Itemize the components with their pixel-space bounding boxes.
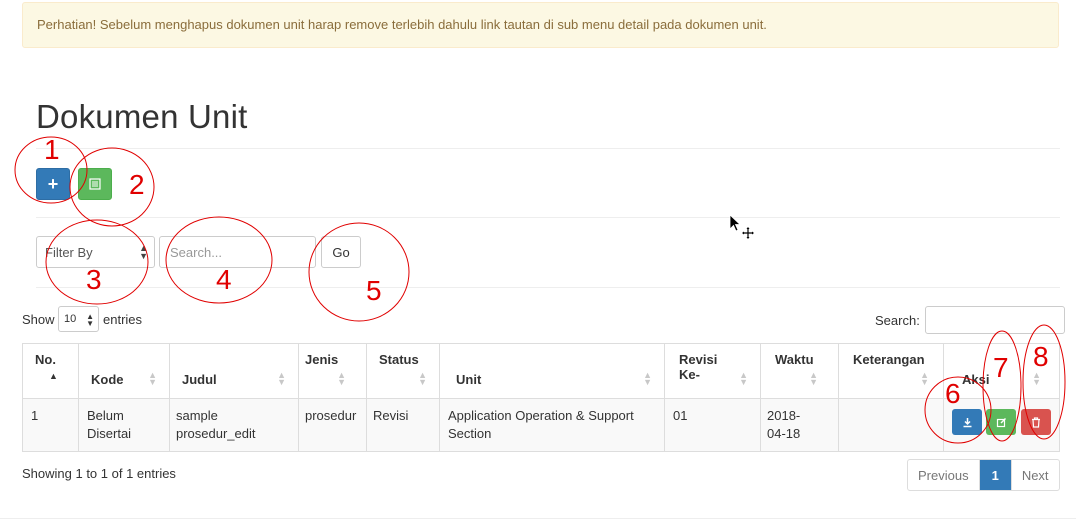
annotation-number: 7 <box>993 352 1009 383</box>
list-view-button[interactable] <box>78 168 112 200</box>
sort-icon: ▲ ▼ <box>148 370 157 387</box>
search-placeholder: Search... <box>170 245 223 260</box>
cell-waktu: 2018-04-18 <box>760 398 839 452</box>
edit-button[interactable] <box>986 409 1016 435</box>
list-icon <box>89 178 101 190</box>
add-document-button[interactable]: + <box>36 168 70 200</box>
pagination: Previous 1 Next <box>907 459 1060 491</box>
pagination-previous[interactable]: Previous <box>908 460 980 490</box>
table-row: 1 Belum Disertai sample prosedur_edit pr… <box>22 398 1060 452</box>
annotation-number: 3 <box>86 264 102 295</box>
mouse-cursor-icon <box>729 214 754 239</box>
column-header-waktu[interactable]: Waktu ▲ ▼ <box>760 343 839 399</box>
cell-no: 1 <box>22 398 79 452</box>
sort-icon: ▲ ▼ <box>920 370 929 387</box>
annotation-number: 8 <box>1033 341 1049 372</box>
column-header-judul[interactable]: Judul ▲ ▼ <box>169 343 299 399</box>
pagination-page[interactable]: 1 <box>979 460 1012 490</box>
sort-icon: ▲ ▼ <box>643 370 652 387</box>
select-arrows-icon: ▲ ▼ <box>139 243 148 261</box>
go-button[interactable]: Go <box>321 236 361 268</box>
column-header-revisi[interactable]: Revisi Ke- ▲ ▼ <box>664 343 761 399</box>
annotation-number: 1 <box>44 134 60 165</box>
filter-by-label: Filter By <box>45 245 93 260</box>
cell-kode: Belum Disertai <box>78 398 170 452</box>
divider <box>36 217 1060 218</box>
sort-icon: ▲ ▼ <box>739 370 748 387</box>
table-search-label: Search: <box>875 313 920 328</box>
table-search-input[interactable] <box>925 306 1065 334</box>
table-info: Showing 1 to 1 of 1 entries <box>22 466 176 481</box>
cell-judul: sample prosedur_edit <box>169 398 299 452</box>
cell-revisi: 01 <box>664 398 761 452</box>
edit-icon <box>996 417 1006 427</box>
column-header-unit[interactable]: Unit ▲ ▼ <box>439 343 665 399</box>
entries-label: entries <box>103 312 143 327</box>
page-length-value: 10 <box>64 313 77 325</box>
download-button[interactable] <box>952 409 982 435</box>
delete-button[interactable] <box>1021 409 1051 435</box>
documents-table: No. ▲ Kode ▲ ▼ Judul ▲ ▼ Jenis ▲ ▼ Status ▲… <box>22 343 1060 452</box>
cell-keterangan <box>838 398 944 452</box>
page-title: Dokumen Unit <box>36 98 248 135</box>
page-length-select[interactable]: 10 ▲ ▼ <box>58 306 99 332</box>
warning-alert: Perhatian! Sebelum menghapus dokumen uni… <box>22 2 1059 48</box>
trash-icon <box>1032 416 1040 428</box>
show-label: Show <box>22 312 55 327</box>
cell-unit: Application Operation & Support Section <box>439 398 665 452</box>
search-input[interactable]: Search... <box>159 236 316 268</box>
divider <box>36 148 1060 149</box>
sort-icon: ▲ ▼ <box>1032 370 1041 387</box>
divider <box>36 287 1060 288</box>
select-arrows-icon: ▲ ▼ <box>86 312 94 328</box>
alert-text: Perhatian! Sebelum menghapus dokumen uni… <box>37 17 767 32</box>
pagination-next[interactable]: Next <box>1012 460 1059 490</box>
annotation-number: 6 <box>945 378 961 409</box>
sort-icon: ▲ ▼ <box>809 370 818 387</box>
column-header-kode[interactable]: Kode ▲ ▼ <box>78 343 170 399</box>
plus-icon: + <box>47 173 59 194</box>
annotation-number: 2 <box>129 169 145 200</box>
sort-icon: ▲ ▼ <box>418 370 427 387</box>
cell-jenis: prosedur <box>298 398 367 452</box>
column-header-keterangan[interactable]: Keterangan ▲ ▼ <box>838 343 944 399</box>
cell-status: Revisi <box>366 398 440 452</box>
column-header-status[interactable]: Status ▲ ▼ <box>366 343 440 399</box>
cell-aksi <box>943 398 1060 452</box>
sort-asc-icon: ▲ <box>49 371 58 381</box>
sort-icon: ▲ ▼ <box>337 370 346 387</box>
download-icon <box>963 417 971 427</box>
annotation-number: 5 <box>366 275 382 306</box>
column-header-no[interactable]: No. ▲ <box>22 343 79 399</box>
divider <box>0 518 1076 519</box>
sort-icon: ▲ ▼ <box>277 370 286 387</box>
column-header-jenis[interactable]: Jenis ▲ ▼ <box>298 343 367 399</box>
annotation-number: 4 <box>216 264 232 295</box>
